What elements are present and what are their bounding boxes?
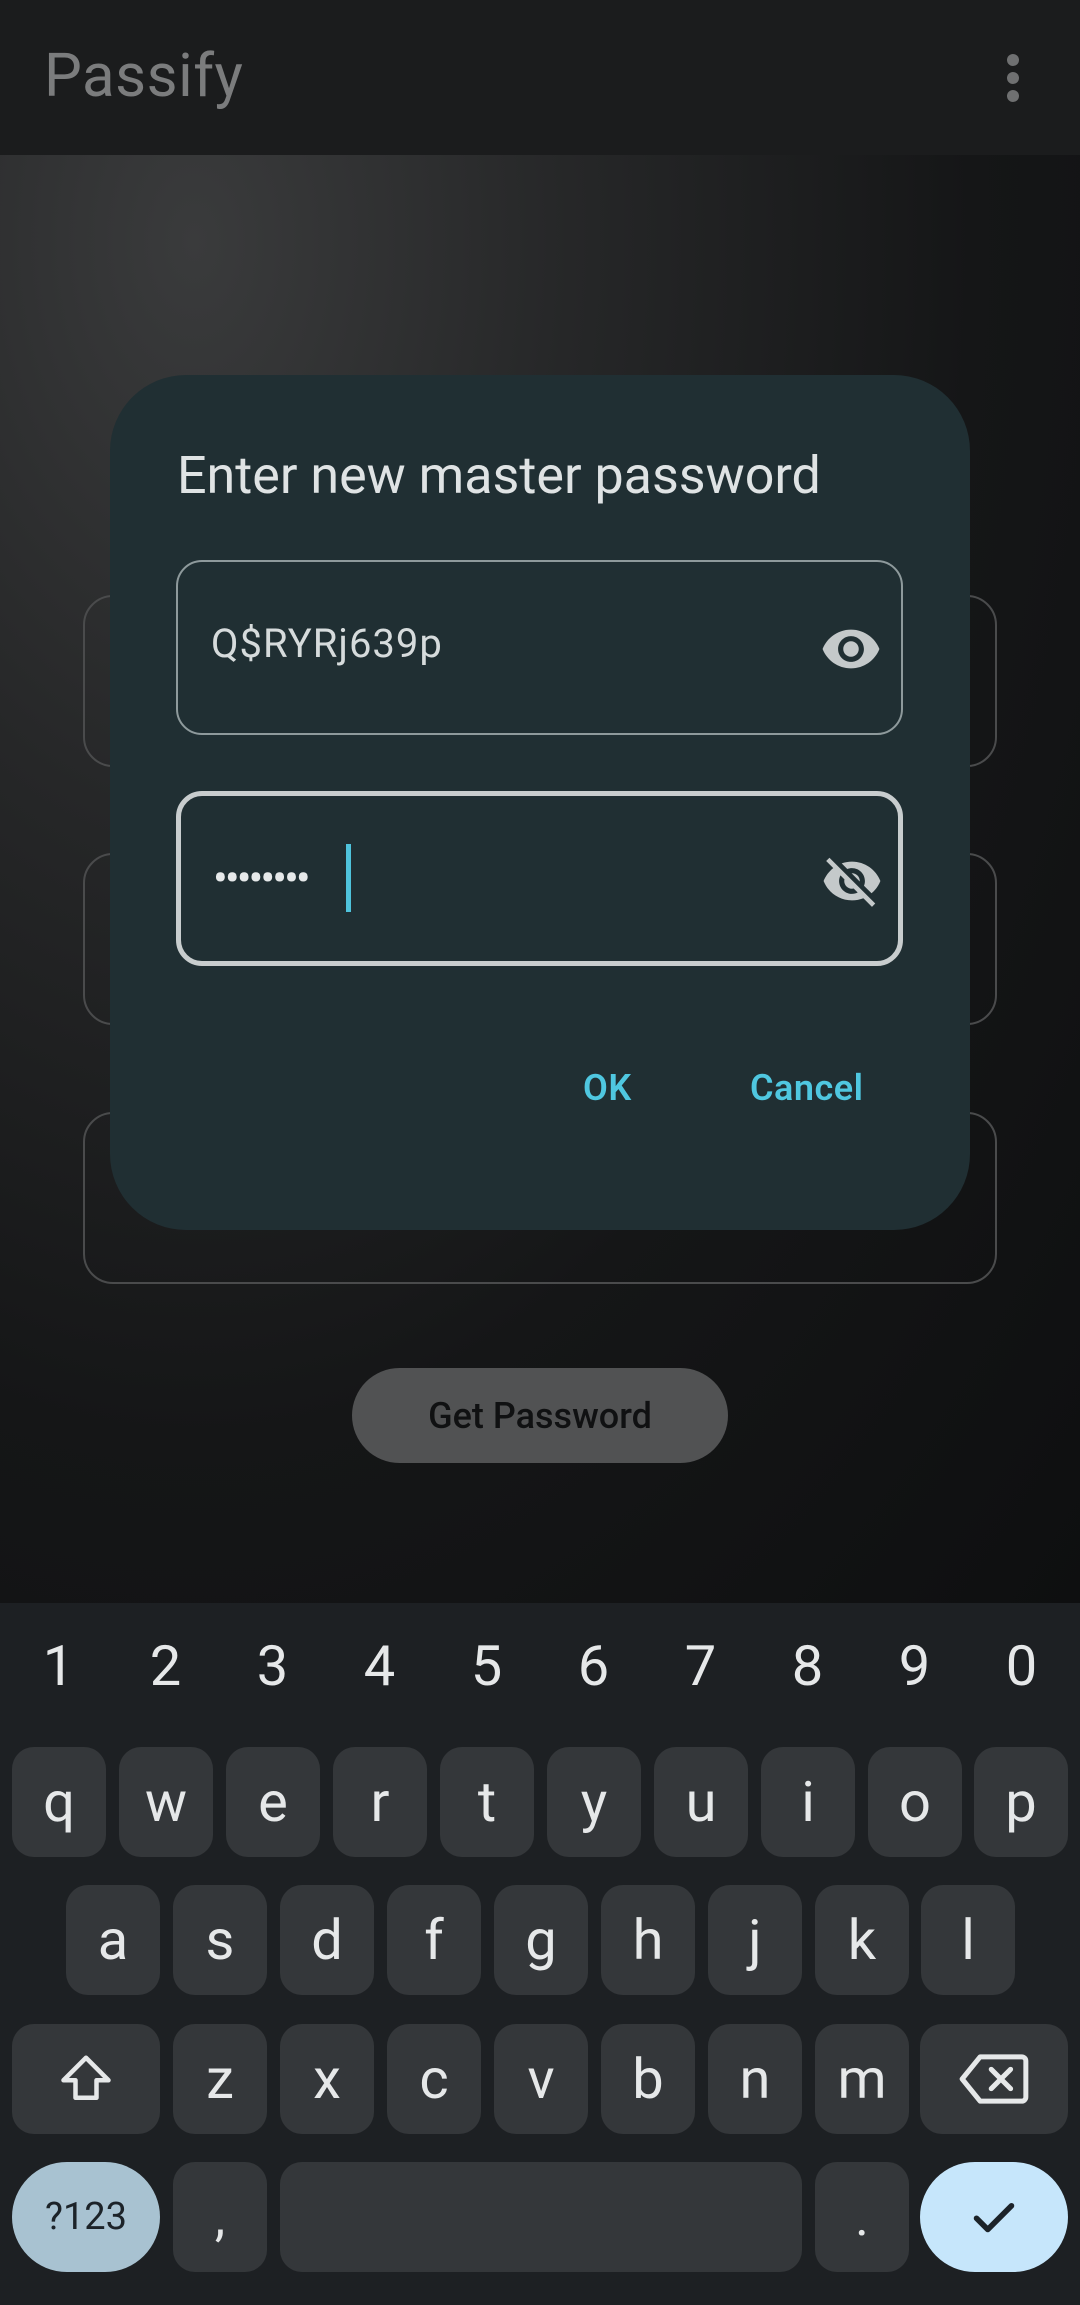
key-q[interactable]: q bbox=[12, 1747, 106, 1857]
key-n[interactable]: n bbox=[708, 2024, 802, 2134]
key-5[interactable]: 5 bbox=[433, 1603, 540, 1728]
key-s[interactable]: s bbox=[173, 1885, 267, 1995]
key-y[interactable]: y bbox=[547, 1747, 641, 1857]
key-o[interactable]: o bbox=[868, 1747, 962, 1857]
eye-off-icon[interactable] bbox=[817, 846, 887, 916]
key-g[interactable]: g bbox=[494, 1885, 588, 1995]
app-title: Passify bbox=[44, 40, 244, 111]
key-k[interactable]: k bbox=[815, 1885, 909, 1995]
shift-icon bbox=[61, 2055, 111, 2100]
key-2[interactable]: 2 bbox=[112, 1603, 219, 1728]
key-f[interactable]: f bbox=[387, 1885, 481, 1995]
key-4[interactable]: 4 bbox=[326, 1603, 433, 1728]
key-e[interactable]: e bbox=[226, 1747, 320, 1857]
key-j[interactable]: j bbox=[708, 1885, 802, 1995]
key-9[interactable]: 9 bbox=[861, 1603, 968, 1728]
eye-icon[interactable] bbox=[816, 614, 886, 684]
confirm-password-value: •••••••• bbox=[213, 852, 311, 904]
key-c[interactable]: c bbox=[387, 2024, 481, 2134]
key-0[interactable]: 0 bbox=[968, 1603, 1075, 1728]
number-row: 1 2 3 4 5 6 7 8 9 0 bbox=[0, 1603, 1080, 1728]
space-key[interactable] bbox=[280, 2162, 802, 2272]
key-i[interactable]: i bbox=[761, 1747, 855, 1857]
symbols-key[interactable]: ?123 bbox=[12, 2162, 160, 2272]
get-password-button: Get Password bbox=[352, 1368, 728, 1463]
enter-key[interactable] bbox=[920, 2162, 1068, 2272]
key-h[interactable]: h bbox=[601, 1885, 695, 1995]
new-password-field[interactable]: Q$RYRj639p bbox=[176, 560, 903, 735]
key-b[interactable]: b bbox=[601, 2024, 695, 2134]
key-v[interactable]: v bbox=[494, 2024, 588, 2134]
key-l[interactable]: l bbox=[921, 1885, 1015, 1995]
screen: Passify Get Password Enter new master pa… bbox=[0, 0, 1080, 2305]
key-7[interactable]: 7 bbox=[647, 1603, 754, 1728]
comma-key[interactable]: , bbox=[173, 2162, 267, 2272]
confirm-password-field[interactable]: •••••••• bbox=[176, 791, 903, 966]
app-bar: Passify bbox=[0, 0, 1080, 155]
key-a[interactable]: a bbox=[66, 1885, 160, 1995]
key-8[interactable]: 8 bbox=[754, 1603, 861, 1728]
master-password-dialog: Enter new master password Q$RYRj639p •••… bbox=[110, 375, 970, 1230]
key-1[interactable]: 1 bbox=[5, 1603, 112, 1728]
key-w[interactable]: w bbox=[119, 1747, 213, 1857]
key-p[interactable]: p bbox=[974, 1747, 1068, 1857]
new-password-value: Q$RYRj639p bbox=[211, 620, 443, 667]
soft-keyboard: 1 2 3 4 5 6 7 8 9 0 q w e r t y u i o p … bbox=[0, 1603, 1080, 2305]
check-icon bbox=[973, 2203, 1015, 2233]
key-m[interactable]: m bbox=[815, 2024, 909, 2134]
key-r[interactable]: r bbox=[333, 1747, 427, 1857]
key-u[interactable]: u bbox=[654, 1747, 748, 1857]
period-key[interactable]: . bbox=[815, 2162, 909, 2272]
text-cursor bbox=[346, 844, 351, 912]
backspace-icon bbox=[959, 2054, 1029, 2104]
backspace-key[interactable] bbox=[920, 2024, 1068, 2134]
key-d[interactable]: d bbox=[280, 1885, 374, 1995]
key-x[interactable]: x bbox=[280, 2024, 374, 2134]
key-t[interactable]: t bbox=[440, 1747, 534, 1857]
key-6[interactable]: 6 bbox=[540, 1603, 647, 1728]
cancel-button[interactable]: Cancel bbox=[750, 1067, 863, 1109]
dialog-title: Enter new master password bbox=[177, 445, 821, 506]
key-3[interactable]: 3 bbox=[219, 1603, 326, 1728]
key-z[interactable]: z bbox=[173, 2024, 267, 2134]
more-options-icon[interactable] bbox=[990, 44, 1036, 112]
shift-key[interactable] bbox=[12, 2024, 160, 2134]
ok-button[interactable]: OK bbox=[583, 1067, 632, 1109]
